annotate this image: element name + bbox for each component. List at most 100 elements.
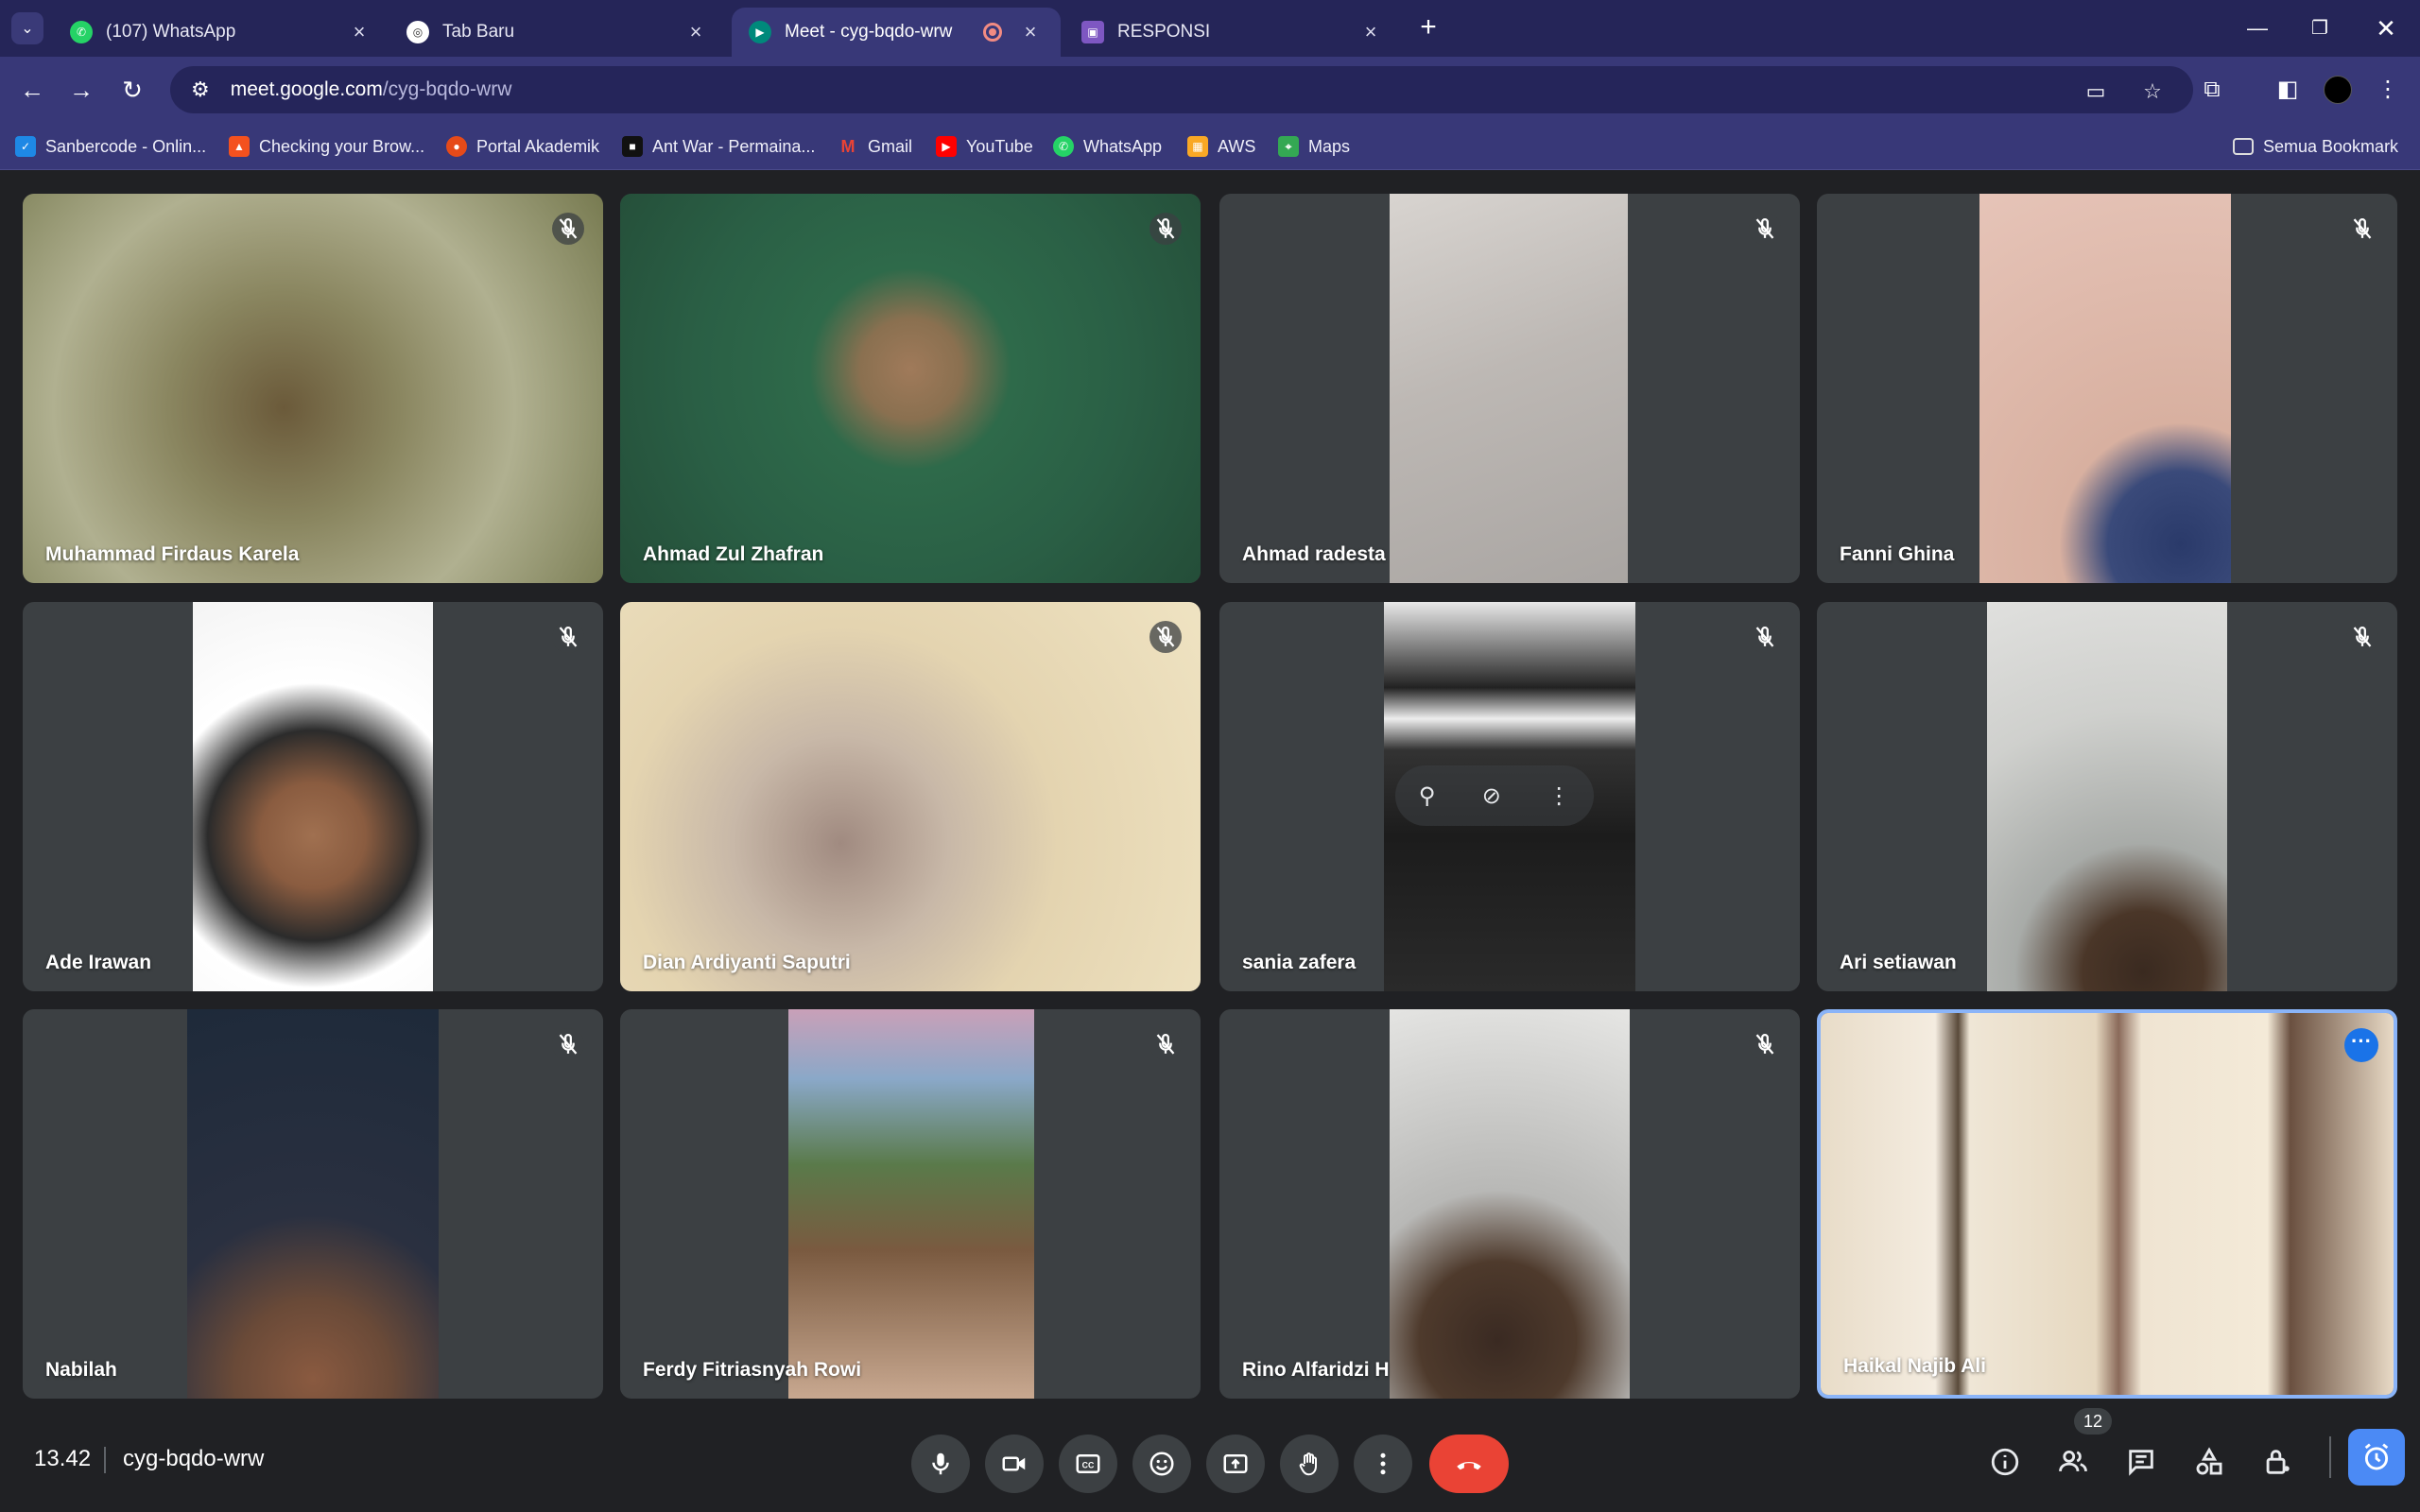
- extensions-icon[interactable]: ⧉: [2193, 71, 2231, 109]
- participant-name: Rino Alfaridzi H: [1242, 1359, 1390, 1381]
- participant-tile[interactable]: Ferdy Fitriasnyah Rowi: [620, 1009, 1201, 1399]
- participant-tile[interactable]: Dian Ardiyanti Saputri: [620, 602, 1201, 991]
- side-panel-icon[interactable]: ◧: [2269, 71, 2307, 109]
- captions-button[interactable]: CC: [1059, 1435, 1117, 1493]
- microphone-icon: [932, 1452, 949, 1475]
- host-controls-button[interactable]: [2254, 1438, 2301, 1486]
- participant-video: [1987, 602, 2227, 991]
- participant-name: sania zafera: [1242, 952, 1357, 973]
- forward-button[interactable]: →: [62, 71, 100, 109]
- microphone-button[interactable]: [911, 1435, 970, 1493]
- reload-button[interactable]: ↻: [113, 71, 151, 109]
- bookmark-star-icon[interactable]: ☆: [2136, 76, 2169, 108]
- participant-tile[interactable]: Ari setiawan: [1817, 602, 2397, 991]
- bookmark-youtube[interactable]: ▶ YouTube: [936, 123, 1033, 170]
- more-vert-icon[interactable]: ⋮: [1547, 782, 1570, 810]
- participant-name: Dian Ardiyanti Saputri: [643, 952, 851, 973]
- lock-person-icon: [2266, 1450, 2290, 1474]
- mic-off-icon[interactable]: ⊘: [1482, 782, 1501, 810]
- chat-icon: [2129, 1450, 2153, 1476]
- restore-button[interactable]: ❐: [2291, 9, 2348, 47]
- camera-in-use-icon[interactable]: ▭: [2080, 76, 2112, 108]
- participant-name: Fanni Ghina: [1840, 543, 1955, 565]
- meeting-controls-bar: 13.42 cyg-bqdo-wrw CC: [0, 1418, 2420, 1512]
- participant-count-badge: 12: [2074, 1408, 2112, 1435]
- participant-tile[interactable]: Ahmad Zul Zhafran: [620, 194, 1201, 583]
- participant-tile[interactable]: Rino Alfaridzi H: [1219, 1009, 1800, 1399]
- bookmark-sanbercode[interactable]: ✓ Sanbercode - Onlin...: [15, 123, 206, 170]
- tab-whatsapp[interactable]: ✆ (107) WhatsApp ×: [53, 8, 389, 57]
- address-bar[interactable]: ⚙ meet.google.com/cyg-bqdo-wrw ▭ ☆: [170, 66, 2193, 113]
- window-close-button[interactable]: ✕: [2358, 9, 2414, 47]
- timer-button[interactable]: [2348, 1429, 2405, 1486]
- participant-tile-speaking[interactable]: ··· Haikal Najib Ali: [1817, 1009, 2397, 1399]
- back-button[interactable]: ←: [13, 71, 51, 109]
- close-icon[interactable]: ×: [1019, 20, 1042, 44]
- participant-video: [620, 194, 1201, 583]
- pin-icon[interactable]: ⚲: [1419, 782, 1436, 810]
- tab-responsi[interactable]: ▣ RESPONSI ×: [1064, 8, 1401, 57]
- leave-call-button[interactable]: [1429, 1435, 1509, 1493]
- tab-search-button[interactable]: ⌄: [11, 12, 43, 44]
- browser-toolbar: ← → ↻ ⚙ meet.google.com/cyg-bqdo-wrw ▭ ☆…: [0, 57, 2420, 123]
- mic-off-icon: [1749, 213, 1781, 245]
- chevron-down-icon: ⌄: [21, 21, 34, 37]
- new-tab-button[interactable]: +: [1412, 11, 1444, 43]
- mic-off-icon: [2346, 213, 2378, 245]
- all-bookmarks[interactable]: Semua Bookmark: [2233, 123, 2398, 170]
- mic-off-icon: [552, 1028, 584, 1060]
- activities-button[interactable]: [2186, 1438, 2233, 1486]
- participant-video: [187, 1009, 439, 1399]
- tab-strip: ⌄ ✆ (107) WhatsApp × ◎ Tab Baru × ▶ Meet…: [0, 0, 2420, 57]
- people-button[interactable]: [2049, 1438, 2097, 1486]
- whatsapp-icon: ✆: [70, 21, 93, 43]
- sanbercode-icon: ✓: [15, 136, 36, 157]
- bookmark-ant-war[interactable]: ■ Ant War - Permaina...: [622, 123, 815, 170]
- participant-name: Haikal Najib Ali: [1843, 1355, 1986, 1377]
- mic-off-icon: [1150, 621, 1182, 653]
- chat-button[interactable]: [2118, 1438, 2165, 1486]
- participant-tile[interactable]: Fanni Ghina: [1817, 194, 2397, 583]
- menu-icon[interactable]: ⋮: [2369, 71, 2407, 109]
- url-text: meet.google.com/cyg-bqdo-wrw: [230, 78, 512, 100]
- close-icon[interactable]: ×: [684, 20, 707, 44]
- close-icon[interactable]: ×: [348, 20, 371, 44]
- reactions-button[interactable]: [1132, 1435, 1191, 1493]
- bookmark-portal-akademik[interactable]: ● Portal Akademik: [446, 123, 599, 170]
- participant-name: Ferdy Fitriasnyah Rowi: [643, 1359, 862, 1381]
- tab-meet[interactable]: ▶ Meet - cyg-bqdo-wrw ×: [732, 8, 1061, 57]
- bookmark-maps[interactable]: ⌖ Maps: [1278, 123, 1350, 170]
- camera-button[interactable]: [985, 1435, 1044, 1493]
- tab-new-tab[interactable]: ◎ Tab Baru ×: [389, 8, 726, 57]
- bookmark-aws[interactable]: ▦ AWS: [1187, 123, 1255, 170]
- participant-name: Muhammad Firdaus Karela: [45, 543, 300, 565]
- site-settings-icon[interactable]: ⚙: [191, 77, 210, 102]
- participant-video: [620, 602, 1201, 991]
- raise-hand-button[interactable]: [1280, 1435, 1339, 1493]
- profile-avatar[interactable]: [2324, 76, 2352, 104]
- ant-war-icon: ■: [622, 136, 643, 157]
- participant-tile[interactable]: Nabilah: [23, 1009, 603, 1399]
- more-options-button[interactable]: [1354, 1435, 1412, 1493]
- bookmark-checking-browser[interactable]: ▲ Checking your Brow...: [229, 123, 424, 170]
- hang-up-icon: [1457, 1462, 1481, 1470]
- meeting-info-button[interactable]: [1981, 1438, 2029, 1486]
- mic-off-icon: [552, 213, 584, 245]
- more-options-icon[interactable]: ···: [2344, 1028, 2378, 1062]
- meet-icon: ▶: [749, 21, 771, 43]
- bookmark-whatsapp[interactable]: ✆ WhatsApp: [1053, 123, 1162, 170]
- participant-name: Ade Irawan: [45, 952, 152, 973]
- participant-tile[interactable]: Ade Irawan: [23, 602, 603, 991]
- present-screen-button[interactable]: [1206, 1435, 1265, 1493]
- participant-video: [23, 194, 603, 583]
- minimize-button[interactable]: —: [2229, 9, 2286, 47]
- participant-tile[interactable]: Ahmad radesta: [1219, 194, 1800, 583]
- participant-tile[interactable]: Muhammad Firdaus Karela: [23, 194, 603, 583]
- mic-off-icon: [1749, 1028, 1781, 1060]
- close-icon[interactable]: ×: [1359, 20, 1382, 44]
- participant-video: [193, 602, 433, 991]
- svg-text:CC: CC: [1082, 1460, 1095, 1469]
- mic-off-icon: [1150, 1028, 1182, 1060]
- mic-off-icon: [1150, 213, 1182, 245]
- bookmark-gmail[interactable]: M Gmail: [838, 123, 913, 170]
